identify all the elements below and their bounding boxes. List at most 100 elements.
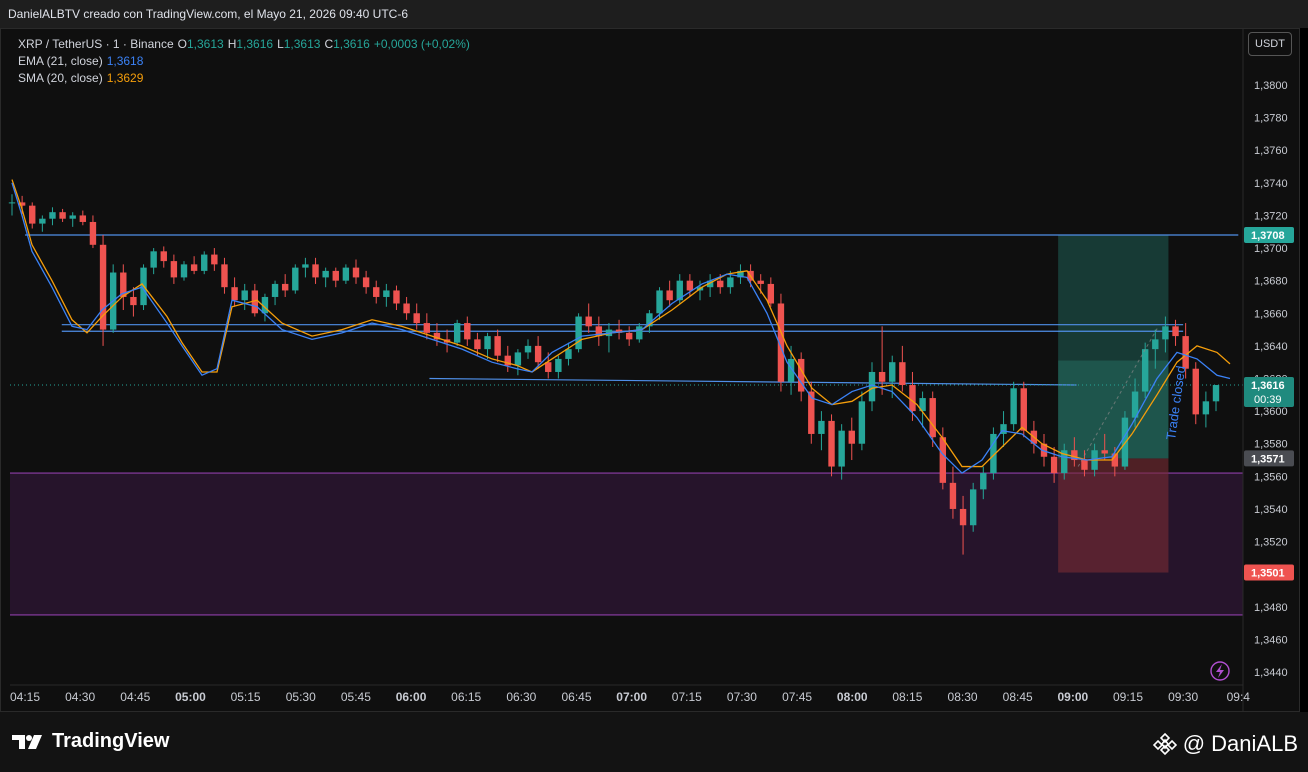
- candle-body: [474, 339, 481, 350]
- y-tick-label: 1,3800: [1254, 80, 1288, 92]
- candle: [190, 256, 198, 275]
- candle: [342, 264, 350, 284]
- candle-body: [362, 277, 370, 288]
- tradingview-logo-icon: [12, 734, 42, 749]
- candle: [241, 283, 248, 311]
- candle-body: [878, 371, 886, 382]
- candle-body: [170, 261, 178, 278]
- candle-body: [453, 323, 461, 343]
- candle-body: [1162, 326, 1169, 340]
- candle-body: [828, 420, 835, 467]
- candle-body: [130, 296, 137, 306]
- candle: [281, 274, 289, 297]
- y-tick-label: 1,3540: [1254, 504, 1288, 516]
- candle-body: [342, 267, 350, 281]
- candle-body: [271, 283, 279, 297]
- candle: [939, 427, 947, 490]
- candle-body: [69, 215, 76, 219]
- author-name: @ DaniALB: [1182, 731, 1298, 756]
- candle-body: [959, 508, 967, 526]
- candle: [1010, 381, 1017, 431]
- ema-row[interactable]: EMA (21, close) 1,3618: [18, 53, 470, 70]
- candle-body: [190, 264, 198, 271]
- candle: [403, 296, 410, 320]
- candle-body: [565, 349, 572, 359]
- candle: [332, 267, 339, 288]
- x-tick-label: 04:15: [10, 690, 40, 704]
- candle: [737, 264, 744, 284]
- tradingview-logo[interactable]: TradingView: [12, 730, 169, 753]
- candle-body: [322, 270, 329, 278]
- x-tick-label: 05:30: [286, 690, 316, 704]
- symbol-row[interactable]: XRP / TetherUS · 1 · Binance O 1,3613 H 1,…: [18, 36, 470, 53]
- lightning-icon[interactable]: [1210, 661, 1230, 681]
- candle: [29, 202, 36, 229]
- author-tag: @ DaniALB: [1152, 731, 1298, 757]
- high-value: 1,3616: [236, 37, 274, 51]
- candle: [69, 212, 76, 227]
- candle: [625, 326, 633, 346]
- candle: [615, 319, 623, 340]
- y-tick-label: 1,3520: [1254, 537, 1288, 549]
- candle: [828, 414, 835, 477]
- candle: [413, 303, 420, 330]
- candle: [575, 313, 582, 353]
- high-label: H: [227, 37, 237, 51]
- candle-body: [1101, 450, 1108, 454]
- price-chart[interactable]: Trade closed1,38001,37801,37601,37401,37…: [0, 0, 1308, 772]
- candle-body: [1050, 456, 1058, 474]
- candle: [99, 235, 107, 346]
- candle-body: [686, 280, 694, 291]
- binance-icon: [1152, 732, 1177, 756]
- open-value: 1,3613: [186, 37, 224, 51]
- candle-body: [160, 251, 167, 262]
- y-tick-label: 1,3480: [1254, 602, 1288, 614]
- candle: [201, 251, 208, 275]
- x-tick-label: 06:15: [451, 690, 481, 704]
- y-tick-label: 1,3680: [1254, 276, 1288, 288]
- symbol-name[interactable]: XRP / TetherUS · 1 · Binance: [18, 36, 174, 53]
- candle: [160, 246, 167, 268]
- currency-button[interactable]: USDT: [1248, 32, 1292, 56]
- candle-body: [980, 473, 987, 490]
- candle-body: [423, 323, 431, 333]
- countdown-label: 00:39: [1254, 394, 1282, 406]
- candle: [484, 332, 491, 359]
- price-label-text-last: 1,3616: [1251, 380, 1285, 392]
- y-tick-label: 1,3740: [1254, 178, 1288, 190]
- x-tick-label: 07:00: [616, 690, 647, 704]
- candle-body: [79, 215, 87, 222]
- candle: [858, 391, 866, 451]
- candle-body: [767, 283, 775, 304]
- x-tick-label: 08:00: [837, 690, 868, 704]
- close-value: 1,3616: [333, 37, 370, 51]
- supply-demand-zone: [10, 473, 1243, 615]
- candle-body: [281, 283, 289, 291]
- sma-label[interactable]: SMA (20, close): [18, 70, 103, 87]
- candle: [868, 362, 876, 412]
- candle-body: [1020, 388, 1027, 431]
- x-tick-label: 05:45: [341, 690, 371, 704]
- candle-body: [484, 336, 491, 350]
- footer-bar: [0, 712, 1308, 772]
- candle: [838, 424, 845, 480]
- x-tick-label: 05:15: [231, 690, 261, 704]
- candle: [464, 316, 471, 346]
- candle-body: [49, 212, 56, 219]
- candle-body: [636, 326, 643, 340]
- candle-body: [393, 290, 400, 304]
- ema-label[interactable]: EMA (21, close): [18, 53, 103, 70]
- sma-row[interactable]: SMA (20, close) 1,3629: [18, 70, 470, 87]
- open-label: O: [177, 37, 187, 51]
- y-tick-label: 1,3700: [1254, 243, 1288, 255]
- candle: [453, 319, 461, 346]
- candle: [373, 280, 380, 304]
- candle-body: [1010, 388, 1017, 425]
- x-tick-label: 07:45: [782, 690, 812, 704]
- candle-body: [241, 290, 248, 301]
- ema-21-line: [11, 182, 1231, 474]
- candle-body: [1152, 339, 1159, 350]
- candle: [8, 194, 16, 216]
- candle-body: [929, 398, 936, 438]
- candle-body: [818, 420, 825, 434]
